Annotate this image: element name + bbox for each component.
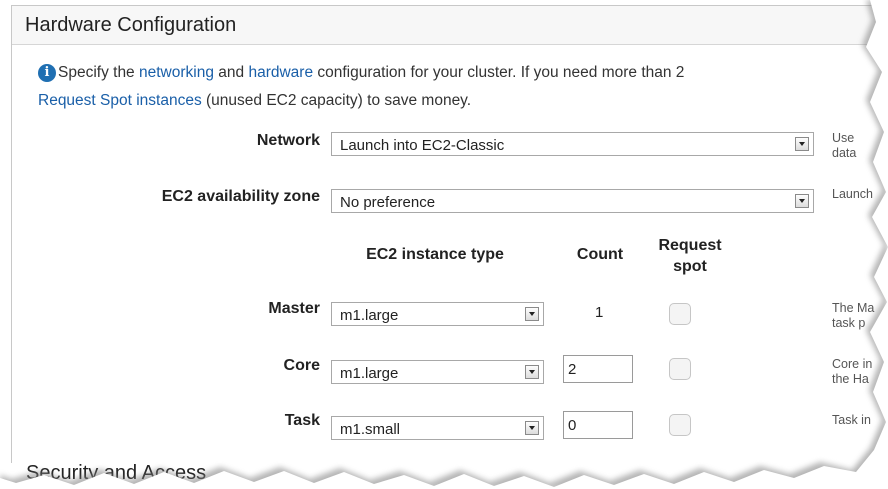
hardware-configuration-panel: Hardware Configuration i Specify the net… <box>0 0 888 489</box>
torn-paper-edge <box>0 0 888 489</box>
